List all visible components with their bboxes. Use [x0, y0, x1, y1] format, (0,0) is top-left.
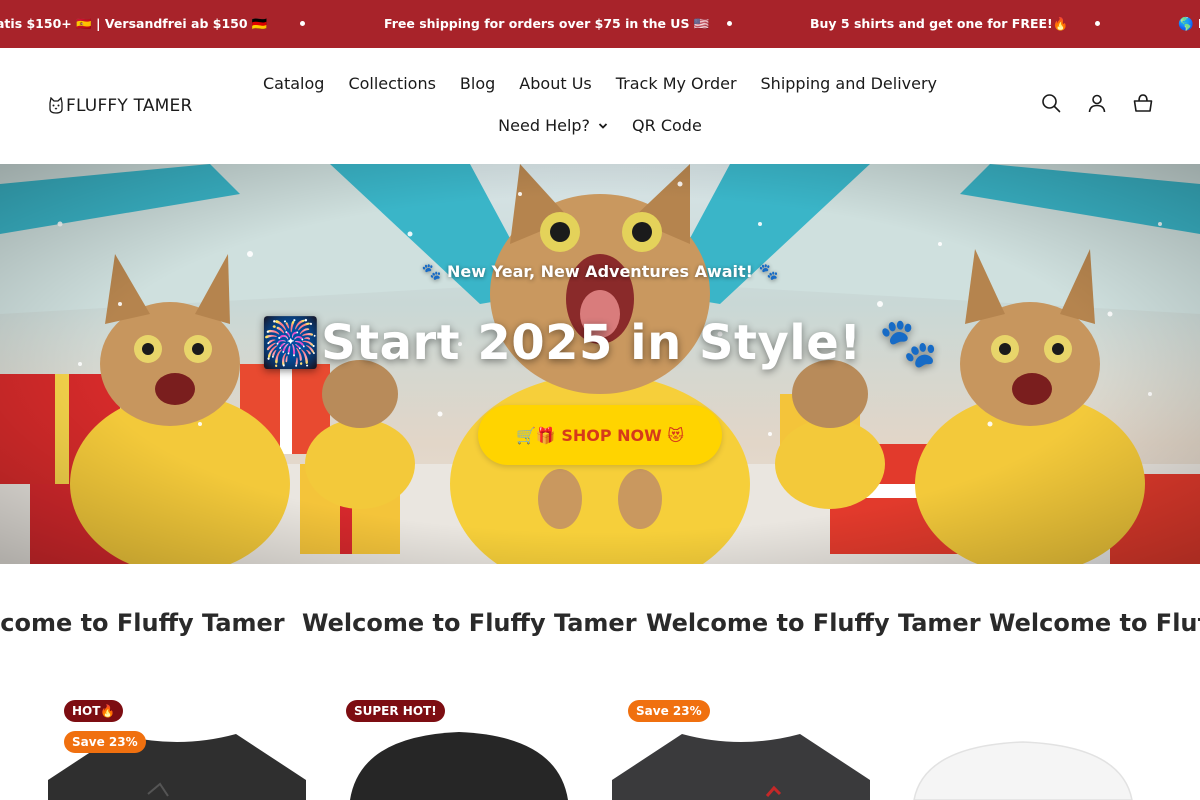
marquee-item: Welcome to Fluffy Tamer	[302, 609, 637, 637]
product-card[interactable]: HOT🔥 Save 23%	[48, 684, 306, 800]
product-card[interactable]	[894, 684, 1152, 800]
search-icon[interactable]	[1040, 92, 1062, 114]
product-image	[913, 741, 1133, 800]
product-card[interactable]: SUPER HOT!	[330, 684, 588, 800]
announcement-item: Free shipping for orders over $75 in the…	[384, 16, 710, 31]
announcement-item: atis $150+ 🇪🇸 | Versandfrei ab $150 🇩🇪	[0, 16, 268, 31]
account-icon[interactable]	[1086, 92, 1108, 114]
nav-track-my-order[interactable]: Track My Order	[604, 72, 749, 96]
hero-subtitle: 🐾 New Year, New Adventures Await! 🐾	[421, 262, 779, 281]
marquee-item: lcome to Fluffy Tamer	[0, 609, 285, 637]
nav-blog[interactable]: Blog	[448, 72, 507, 96]
main-nav-row-1: Catalog Collections Blog About Us Track …	[0, 72, 1200, 96]
hero-title: 🎆Start 2025 in Style! 🐾	[260, 315, 940, 371]
announcement-item: Buy 5 shirts and get one for FREE!🔥	[810, 16, 1069, 31]
nav-shipping-and-delivery[interactable]: Shipping and Delivery	[749, 72, 949, 96]
welcome-marquee: lcome to Fluffy Tamer Welcome to Fluffy …	[0, 564, 1200, 684]
save-badge: Save 23%	[64, 731, 146, 753]
nav-catalog[interactable]: Catalog	[251, 72, 336, 96]
nav-collections[interactable]: Collections	[336, 72, 447, 96]
marquee-item: Welcome to Fluffy Tamer	[646, 609, 981, 637]
cart-icon[interactable]	[1132, 92, 1154, 114]
announcement-item: 🌎 I	[1178, 16, 1200, 31]
announcement-separator	[1095, 21, 1100, 26]
nav-qr-code[interactable]: QR Code	[620, 114, 714, 138]
shop-now-button[interactable]: 🛒🎁 SHOP NOW 😻	[478, 405, 722, 465]
marquee-item: Welcome to Fluffy T	[989, 609, 1200, 637]
site-header: FLUFFY TAMER Catalog Collections Blog Ab…	[0, 48, 1200, 164]
main-nav-row-2: Need Help? QR Code	[0, 114, 1200, 138]
header-actions	[1040, 92, 1154, 114]
announcement-bar: atis $150+ 🇪🇸 | Versandfrei ab $150 🇩🇪 F…	[0, 0, 1200, 48]
nav-about-us[interactable]: About Us	[507, 72, 603, 96]
hot-badge: HOT🔥	[64, 700, 124, 722]
announcement-separator	[300, 21, 305, 26]
product-grid: HOT🔥 Save 23% SUPER HOT! Save 23%	[0, 684, 1200, 800]
chevron-down-icon	[598, 123, 608, 129]
cat-logo-icon	[49, 97, 63, 114]
nav-need-help-label: Need Help?	[498, 116, 591, 135]
super-hot-badge: SUPER HOT!	[346, 700, 445, 722]
save-badge: Save 23%	[628, 700, 710, 722]
logo-text: FLUFFY TAMER	[66, 96, 193, 116]
hero-banner: 🐾 New Year, New Adventures Await! 🐾 🎆Sta…	[0, 164, 1200, 564]
announcement-separator	[727, 21, 732, 26]
product-card[interactable]: Save 23%	[612, 684, 870, 800]
nav-need-help[interactable]: Need Help?	[486, 114, 620, 138]
